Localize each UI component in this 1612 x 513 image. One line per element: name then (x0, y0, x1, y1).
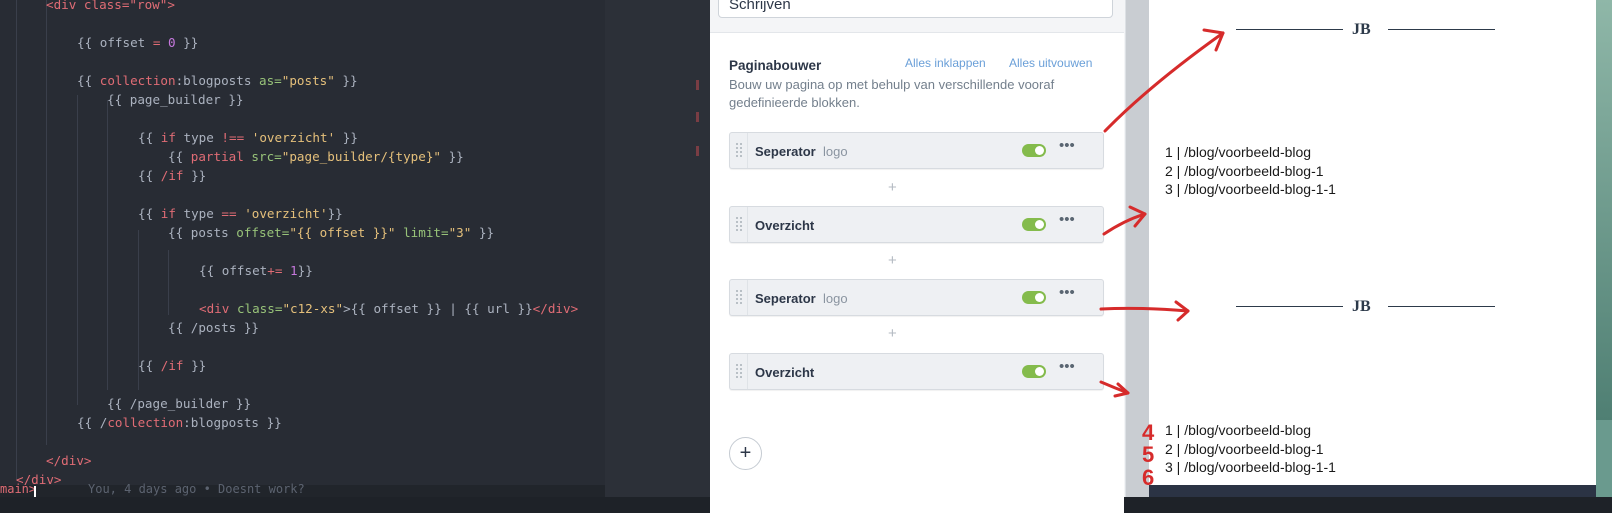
title-input-value: Schrijven (729, 0, 791, 13)
scroll-marker (696, 80, 699, 90)
block-seperator[interactable]: Seperator logo ••• (729, 279, 1104, 316)
indent-guide (107, 100, 108, 390)
insert-block-plus[interactable]: + (888, 325, 897, 342)
code-line: {{ page_builder }} (107, 92, 244, 107)
post-row: 3 | /blog/voorbeeld-blog-1-1 (1165, 181, 1336, 197)
cms-panel: Schrijven Paginabouwer Alles inklappen A… (710, 0, 1126, 513)
code-line: {{ partial src="page_builder/{type}" }} (168, 149, 464, 164)
code-line: {{ if type == 'overzicht'}} (138, 206, 343, 221)
block-name: Overzicht (755, 365, 815, 380)
code-line: {{ /page_builder }} (107, 396, 252, 411)
scroll-marker (696, 146, 699, 156)
code-line: {{ posts offset="{{ offset }}" limit="3"… (168, 225, 495, 240)
more-options-icon[interactable]: ••• (1059, 211, 1075, 228)
drag-handle-icon[interactable] (730, 133, 748, 168)
separator-line (1388, 306, 1495, 307)
window-divider (605, 0, 710, 497)
editor-status-bar: main> You, 4 days ago • Doesnt work? (0, 482, 605, 497)
insert-block-plus[interactable]: + (888, 179, 897, 196)
indent-guide (16, 0, 17, 480)
jb-logo: JB (1352, 298, 1371, 315)
drag-handle-icon[interactable] (730, 280, 748, 315)
code-line: {{ /collection:blogposts }} (77, 415, 282, 430)
block-enabled-toggle[interactable] (1022, 291, 1046, 304)
post-row: 3 | /blog/voorbeeld-blog-1-1 (1165, 459, 1336, 475)
code-line: {{ /if }} (138, 168, 207, 183)
indent-guide (77, 95, 78, 405)
block-name: Overzicht (755, 218, 815, 233)
block-enabled-toggle[interactable] (1022, 365, 1046, 378)
code-line: {{ collection:blogposts as="posts" }} (77, 73, 358, 88)
post-row: 2 | /blog/voorbeeld-blog-1 (1165, 440, 1324, 457)
code-line: {{ /posts }} (168, 320, 259, 335)
code-line: {{ /if }} (138, 358, 207, 373)
block-seperator[interactable]: Seperator logo ••• (729, 132, 1104, 169)
background-window-edge (1596, 0, 1612, 497)
preview-gutter (1126, 0, 1149, 497)
page-builder-title: Paginabouwer (729, 58, 822, 73)
block-subtitle: logo (823, 291, 848, 306)
git-branch[interactable]: main> (0, 482, 36, 496)
code-line: <div class="c12-xs">{{ offset }} | {{ ur… (199, 301, 579, 316)
drag-handle-icon[interactable] (730, 354, 748, 389)
block-overzicht[interactable]: Overzicht ••• (729, 206, 1104, 243)
title-input[interactable]: Schrijven (718, 0, 1113, 18)
block-name: Seperator (755, 144, 816, 159)
post-row: 2 | /blog/voorbeeld-blog-1 (1165, 162, 1324, 179)
page-builder-description: Bouw uw pagina op met behulp van verschi… (729, 77, 1055, 110)
code-line: {{ offset = 0 }} (77, 35, 199, 50)
more-options-icon[interactable]: ••• (1059, 137, 1075, 154)
collapse-all-link[interactable]: Alles inklappen (905, 56, 986, 70)
separator-line (1236, 29, 1343, 30)
post-row: 1 | /blog/voorbeeld-blog (1165, 422, 1312, 438)
block-overzicht[interactable]: Overzicht ••• (729, 353, 1104, 390)
scroll-marker (696, 112, 699, 122)
plus-icon: + (739, 442, 752, 464)
add-block-button[interactable]: + (729, 437, 762, 470)
text-cursor (34, 486, 36, 497)
code-line: </div> (46, 453, 92, 468)
more-options-icon[interactable]: ••• (1059, 284, 1075, 301)
jb-logo: JB (1352, 21, 1371, 38)
insert-block-plus[interactable]: + (888, 252, 897, 269)
posts-list: 1 | /blog/voorbeeld-blog 2 | /blog/voorb… (1165, 143, 1336, 199)
block-enabled-toggle[interactable] (1022, 218, 1046, 231)
indent-guide (168, 250, 169, 315)
code-line: {{ offset+= 1}} (199, 263, 313, 278)
expand-all-link[interactable]: Alles uitvouwen (1009, 56, 1092, 70)
separator-line (1388, 29, 1495, 30)
page-builder-card: Paginabouwer Alles inklappen Alles uitvo… (710, 32, 1124, 513)
block-subtitle: logo (823, 144, 848, 159)
more-options-icon[interactable]: ••• (1059, 358, 1075, 375)
separator-line (1236, 306, 1343, 307)
indent-guide (46, 0, 47, 445)
page-preview: JB 1 | /blog/voorbeeld-blog 2 | /blog/vo… (1149, 0, 1596, 497)
code-editor[interactable]: <div class="row"> {{ offset = 0 }} {{ coll… (0, 0, 605, 497)
preview-footer (1149, 485, 1596, 497)
code-line: {{ if type !== 'overzicht' }} (138, 130, 358, 145)
post-row: 1 | /blog/voorbeeld-blog (1165, 144, 1312, 160)
block-enabled-toggle[interactable] (1022, 144, 1046, 157)
git-blame-annotation: You, 4 days ago • Doesnt work? (88, 482, 305, 496)
drag-handle-icon[interactable] (730, 207, 748, 242)
code-line: <div class="row"> (46, 0, 175, 12)
block-name: Seperator (755, 291, 816, 306)
posts-list: 1 | /blog/voorbeeld-blog 2 | /blog/voorb… (1165, 421, 1336, 477)
